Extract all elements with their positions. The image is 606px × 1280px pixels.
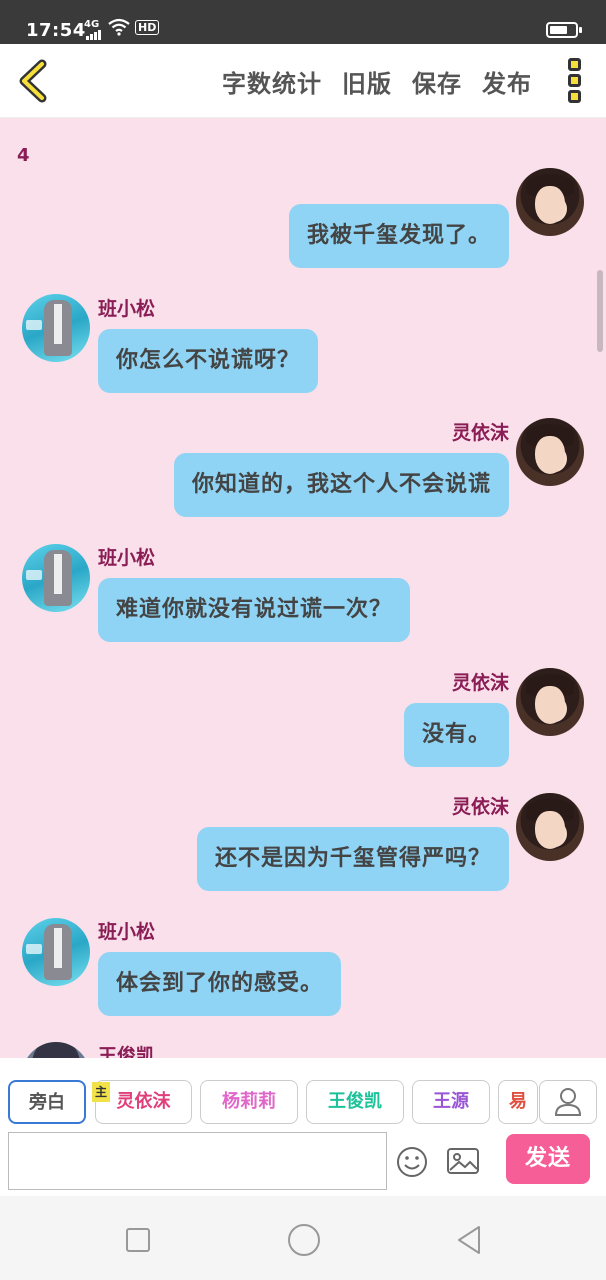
input-panel: 旁白 灵依沫 主 杨莉莉 王俊凯 王源 易 发送 [0, 1058, 606, 1196]
avatar-lingyimo[interactable] [516, 168, 584, 236]
message-right: 灵依沫 没有。 [403, 668, 509, 767]
wifi-icon [108, 18, 130, 36]
back-icon[interactable] [455, 1224, 483, 1256]
message-bubble[interactable]: 我被千玺发现了。 [288, 204, 509, 268]
role-chip-yi[interactable]: 易 [498, 1080, 538, 1124]
speaker-name: 王俊凯 [98, 1045, 156, 1058]
role-chip-wangjunkai[interactable]: 王俊凯 [306, 1080, 404, 1124]
page-number: 4 [17, 145, 30, 166]
avatar-lingyimo[interactable] [516, 668, 584, 736]
signal-icon [86, 30, 102, 40]
battery-icon [546, 22, 582, 38]
main-role-badge: 主 [92, 1082, 110, 1102]
speaker-name: 灵依沫 [451, 422, 509, 444]
message-left: 班小松 难道你就没有说过谎一次？ [98, 543, 411, 642]
avatar-wangjunkai[interactable] [22, 1042, 90, 1058]
hd-badge: HD [135, 20, 160, 35]
speaker-name: 班小松 [98, 921, 156, 943]
user-icon[interactable] [539, 1080, 597, 1124]
image-icon[interactable] [446, 1146, 480, 1176]
role-chip-wangyuan[interactable]: 王源 [412, 1080, 490, 1124]
role-chip-narrator[interactable]: 旁白 [8, 1080, 86, 1124]
avatar-banxiaosong[interactable] [22, 918, 90, 986]
message-right: 灵依沫 你知道的，我这个人不会说谎 [173, 418, 509, 517]
avatar-banxiaosong[interactable] [22, 294, 90, 362]
speaker-name: 灵依沫 [451, 672, 509, 694]
speaker-name: 灵依沫 [451, 796, 509, 818]
word-count-button[interactable]: 字数统计 [222, 64, 322, 99]
home-icon[interactable] [288, 1224, 320, 1256]
network-label: 4G [84, 19, 100, 30]
role-chip-yanglili[interactable]: 杨莉莉 [200, 1080, 298, 1124]
avatar-lingyimo[interactable] [516, 793, 584, 861]
save-button[interactable]: 保存 [412, 64, 462, 99]
message-right: 我被千玺发现了。 [288, 204, 509, 268]
message-left: 班小松 你怎么不说谎呀？ [98, 294, 319, 393]
message-bubble[interactable]: 还不是因为千玺管得严吗？ [196, 827, 509, 891]
old-version-button[interactable]: 旧版 [342, 64, 392, 99]
message-bubble[interactable]: 你知道的，我这个人不会说谎 [173, 453, 509, 517]
send-button[interactable]: 发送 [506, 1134, 590, 1184]
message-bubble[interactable]: 体会到了你的感受。 [98, 952, 342, 1016]
chevron-left-icon[interactable] [14, 58, 58, 104]
message-input[interactable] [8, 1132, 387, 1190]
scrollbar[interactable] [597, 270, 603, 352]
speaker-name: 班小松 [98, 298, 156, 320]
message-bubble[interactable]: 没有。 [403, 703, 509, 767]
more-vertical-icon[interactable] [560, 58, 588, 106]
message-left: 班小松 体会到了你的感受。 [98, 917, 342, 1016]
top-toolbar: 字数统计 旧版 保存 发布 [0, 44, 606, 118]
message-bubble[interactable]: 你怎么不说谎呀？ [98, 329, 319, 393]
message-bubble[interactable]: 难道你就没有说过谎一次？ [98, 578, 411, 642]
status-bar: 17:54 4G HD [0, 0, 606, 44]
system-nav-bar [0, 1196, 606, 1280]
avatar-lingyimo[interactable] [516, 418, 584, 486]
emoji-icon[interactable] [396, 1146, 428, 1178]
recent-apps-icon[interactable] [126, 1228, 150, 1252]
toolbar-actions: 字数统计 旧版 保存 发布 [222, 64, 532, 99]
battery-level [550, 26, 567, 34]
status-time: 17:54 [26, 20, 86, 41]
publish-button[interactable]: 发布 [482, 64, 532, 99]
speaker-name: 班小松 [98, 547, 156, 569]
chat-area[interactable]: 4 我被千玺发现了。 班小松 你怎么不说谎呀？ 灵依沫 你知道的，我这个人不会说… [0, 118, 606, 1058]
avatar-banxiaosong[interactable] [22, 544, 90, 612]
message-left: 王俊凯 [98, 1041, 155, 1058]
message-right: 灵依沫 还不是因为千玺管得严吗？ [196, 792, 509, 891]
